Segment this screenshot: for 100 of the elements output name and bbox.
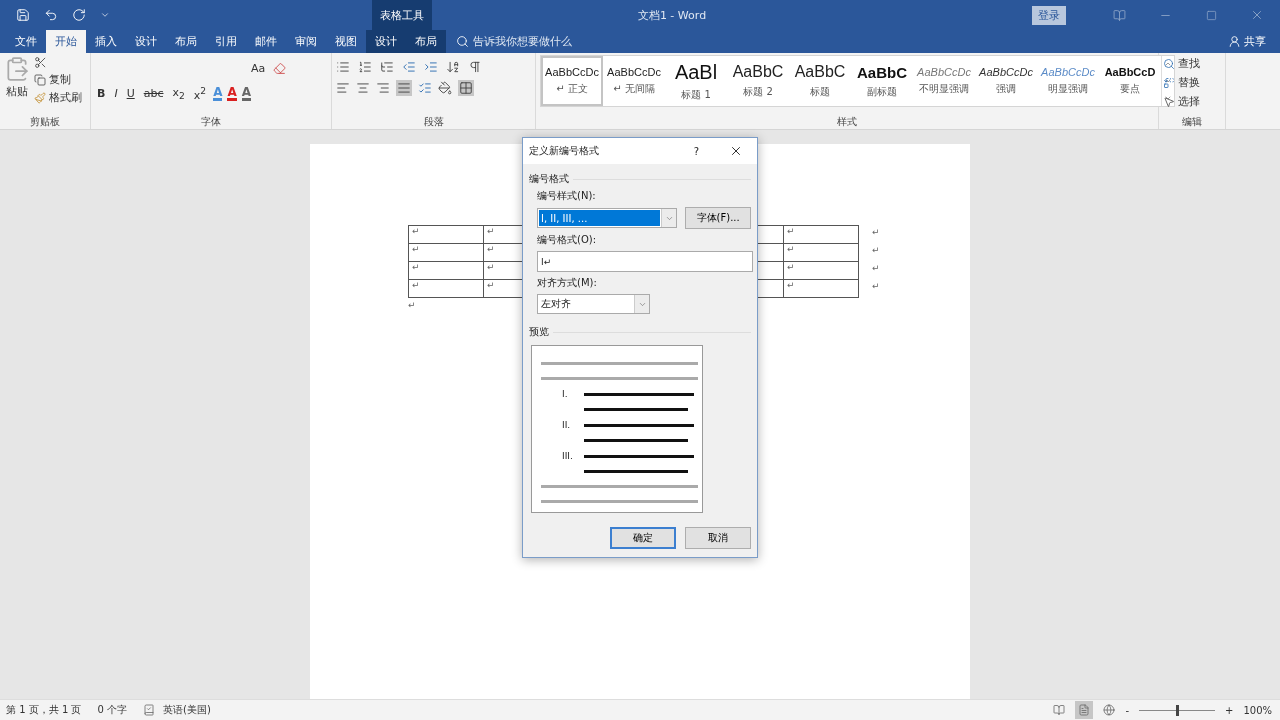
close-icon[interactable]	[729, 144, 743, 158]
table-cell: ↵	[408, 225, 484, 244]
group-label: 字体	[200, 115, 222, 129]
bullets-icon[interactable]	[336, 60, 350, 74]
font-format-button[interactable]: x$_{2}$	[170, 85, 187, 101]
pilcrow-icon[interactable]	[468, 60, 482, 74]
style-item[interactable]: AaBbCcDc 明显强调	[1037, 56, 1099, 106]
read-mode-icon[interactable]	[1053, 704, 1066, 716]
context-tab-header: 表格工具	[372, 0, 432, 30]
zoom-percent: 100%	[1243, 704, 1272, 716]
align-right-icon[interactable]	[376, 81, 390, 95]
style-item[interactable]: AaBbCcDc ↵ 无间隔	[603, 56, 665, 106]
maximize-icon[interactable]	[1205, 9, 1217, 21]
search-icon[interactable]	[456, 35, 469, 48]
paste-button[interactable]: 粘贴	[6, 84, 28, 99]
ribbon-tab[interactable]: 邮件	[246, 30, 286, 53]
person-icon[interactable]	[1228, 35, 1241, 48]
cancel-button[interactable]: 取消	[685, 527, 751, 549]
ribbon-tab[interactable]: 审阅	[286, 30, 326, 53]
ribbon-tab[interactable]: 文件	[6, 30, 46, 53]
share-button[interactable]: 共享	[1228, 30, 1280, 53]
align-left-icon[interactable]	[336, 81, 350, 95]
multilevel-list-icon[interactable]	[380, 60, 394, 74]
replace-button[interactable]: 替换	[1178, 75, 1200, 90]
font-format-button[interactable]: B	[95, 86, 108, 100]
page-count: 第 1 页，共 1 页	[6, 703, 82, 717]
undo-icon[interactable]	[44, 8, 58, 22]
ribbon-tab[interactable]: 开始	[46, 30, 86, 53]
alignment-dropdown[interactable]: 左对齐	[537, 294, 650, 314]
pointer-icon[interactable]	[1163, 95, 1175, 108]
zoom-out-button[interactable]: -	[1125, 704, 1129, 716]
zoom-in-button[interactable]: +	[1225, 704, 1234, 716]
select-button[interactable]: 选择	[1178, 94, 1200, 109]
sort-icon[interactable]	[446, 60, 460, 74]
decrease-indent-icon[interactable]	[402, 60, 416, 74]
group-label: 样式	[836, 115, 858, 129]
row-end-mark: ↵	[872, 281, 880, 291]
ribbon-tab[interactable]: 引用	[206, 30, 246, 53]
help-button[interactable]: ?	[693, 145, 699, 157]
ok-button[interactable]: 确定	[610, 527, 676, 549]
style-item[interactable]: AaBbC 标题	[789, 56, 851, 106]
change-case-button[interactable]: Aa	[249, 62, 268, 75]
language-label: 英语(美国)	[163, 703, 211, 717]
font-format-button[interactable]: U	[124, 86, 137, 100]
dialog-title: 定义新编号格式	[529, 144, 600, 158]
shading-icon[interactable]	[438, 81, 452, 95]
number-format-field[interactable]: I↵	[537, 251, 753, 272]
increase-indent-icon[interactable]	[424, 60, 438, 74]
group-label: 剪贴板	[29, 115, 61, 129]
login-button[interactable]: 登录	[1032, 5, 1066, 25]
preview-number: II.	[561, 420, 572, 430]
preview-number: III.	[561, 451, 574, 461]
row-end-mark: ↵	[872, 263, 880, 273]
style-item[interactable]: AaBbC 副标题	[851, 56, 913, 106]
save-icon[interactable]	[16, 8, 30, 22]
scissors-icon[interactable]	[34, 56, 47, 69]
ribbon-tab[interactable]: 布局	[166, 30, 206, 53]
ribbon-tab[interactable]: 设计	[366, 30, 406, 53]
ribbon-display-icon[interactable]	[1112, 8, 1126, 22]
style-item[interactable]: AaBl 标题 1	[665, 56, 727, 106]
field-label: 编号样式(N):	[537, 189, 597, 203]
window-title: 文档1 - Word	[636, 7, 708, 24]
ribbon-tab[interactable]: 布局	[406, 30, 446, 53]
redo-icon[interactable]	[72, 8, 86, 22]
section-label: 编号格式	[529, 172, 569, 186]
proofing-icon[interactable]	[143, 704, 155, 716]
justify-icon[interactable]	[397, 81, 411, 95]
copy-icon[interactable]	[34, 73, 46, 86]
format-painter-button[interactable]: 格式刷	[49, 90, 82, 105]
group-label: 编辑	[1181, 115, 1203, 129]
find-button[interactable]: 查找	[1178, 56, 1200, 71]
numbering-icon[interactable]	[358, 60, 372, 74]
eraser-icon[interactable]	[273, 62, 287, 75]
font-format-button[interactable]: I	[112, 86, 120, 100]
line-spacing-icon[interactable]	[418, 81, 432, 95]
print-layout-icon[interactable]	[1078, 704, 1091, 716]
style-item[interactable]: AaBbCcDc 不明显强调	[913, 56, 975, 106]
font-format-button[interactable]: x$^{2}$	[191, 85, 209, 102]
ribbon-tab[interactable]: 设计	[126, 30, 166, 53]
zoom-thumb[interactable]	[1176, 704, 1179, 716]
ribbon-tab[interactable]: 插入	[86, 30, 126, 53]
style-item[interactable]: AaBbC 标题 2	[727, 56, 789, 106]
ribbon-tab[interactable]: 视图	[326, 30, 366, 53]
align-center-icon[interactable]	[356, 81, 370, 95]
table-cell: ↵	[783, 279, 859, 298]
row-end-mark: ↵	[872, 245, 880, 255]
borders-icon[interactable]	[459, 81, 473, 95]
text-color-button[interactable]: A	[241, 85, 252, 101]
copy-button[interactable]: 复制	[49, 72, 71, 87]
number-style-dropdown[interactable]: I, II, III, ...	[537, 208, 678, 228]
style-item[interactable]: AaBbCcDc 强调	[975, 56, 1037, 106]
style-item[interactable]: AaBbCcD 要点	[1099, 56, 1161, 106]
customize-caret-icon[interactable]	[100, 10, 110, 20]
web-layout-icon[interactable]	[1103, 704, 1116, 716]
brush-icon[interactable]	[34, 91, 46, 104]
tell-me-field[interactable]: 告诉我你想要做什么	[473, 34, 572, 49]
font-button[interactable]: 字体(F)...	[685, 207, 751, 229]
text-color-button[interactable]: A	[227, 85, 237, 101]
style-item[interactable]: AaBbCcDc ↵ 正文	[541, 56, 603, 106]
font-format-button[interactable]: abc	[141, 86, 166, 100]
